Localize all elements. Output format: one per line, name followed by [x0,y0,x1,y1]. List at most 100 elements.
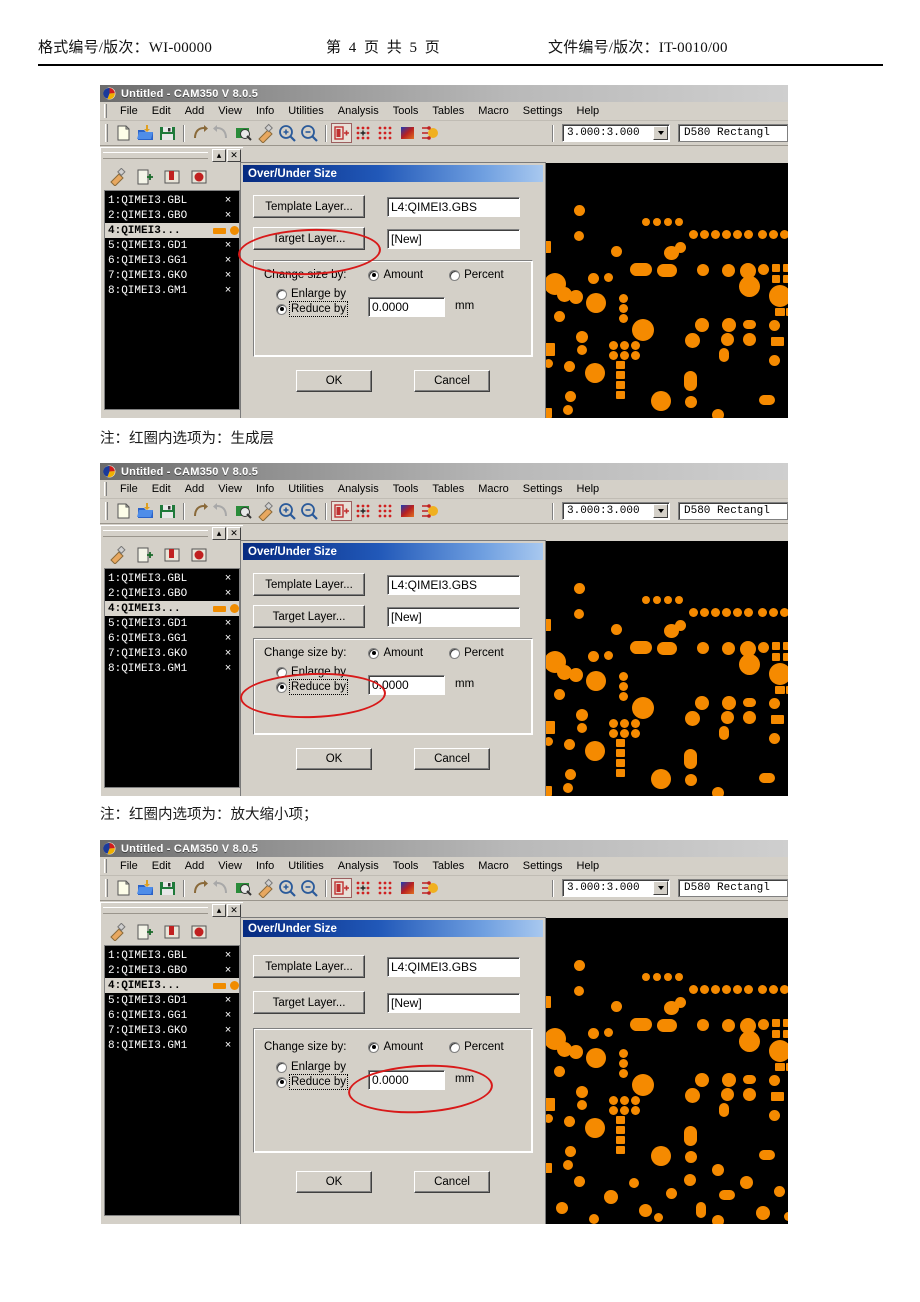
query-icon[interactable] [233,501,254,521]
target-layer-button[interactable]: Target Layer... [253,227,365,250]
list-item[interactable]: 8:QIMEI3.GM1 × [105,661,239,676]
window-titlebar-1[interactable]: Untitled - CAM350 V 8.0.5 [100,85,788,102]
reduce-by-radio[interactable]: Reduce by [276,679,348,695]
list-item-selected[interactable]: 4:QIMEI3... [105,978,239,993]
zoom-out-icon[interactable] [299,501,320,521]
menu-view[interactable]: View [211,104,249,118]
target-layer-button[interactable]: Target Layer... [253,991,365,1014]
select-layer-icon[interactable] [331,501,352,521]
undo-arrow-icon[interactable] [189,501,210,521]
percent-radio[interactable]: Percent [449,269,504,281]
list-item[interactable]: 6:QIMEI3.GG1 × [105,631,239,646]
redo-arrow-icon[interactable] [211,878,232,898]
amount-input[interactable]: 0.0000 [367,1070,445,1090]
amount-radio[interactable]: Amount [368,1041,423,1053]
layer-book-icon[interactable] [163,168,182,186]
list-item-selected[interactable]: 4:QIMEI3... [105,223,239,238]
menubar-grip[interactable] [104,104,107,118]
color-palette-icon[interactable] [397,501,418,521]
menu-file[interactable]: File [113,482,145,496]
close-button[interactable]: ✕ [227,904,241,917]
zoom-in-icon[interactable] [277,501,298,521]
color-palette-icon[interactable] [397,123,418,143]
template-layer-field[interactable]: L4:QIMEI3.GBS [387,956,520,977]
zoom-out-icon[interactable] [299,878,320,898]
menu-add[interactable]: Add [178,859,212,873]
list-item[interactable]: 1:QIMEI3.GBL × [105,193,239,208]
new-file-icon[interactable] [113,123,134,143]
dialog-titlebar[interactable]: Over/Under Size [243,543,543,560]
save-disk-icon[interactable] [157,123,178,143]
layer-visible-markers[interactable] [213,604,239,613]
menu-settings[interactable]: Settings [516,482,570,496]
menubar-grip[interactable] [104,859,107,873]
dot-grid-dense-icon[interactable] [375,878,396,898]
menu-edit[interactable]: Edit [145,859,178,873]
menu-macro[interactable]: Macro [471,482,516,496]
ok-button[interactable]: OK [296,748,372,770]
chevron-down-icon[interactable] [653,504,668,518]
menu-tools[interactable]: Tools [386,859,426,873]
amount-radio[interactable]: Amount [368,269,423,281]
redo-arrow-icon[interactable] [211,501,232,521]
save-disk-icon[interactable] [157,501,178,521]
save-disk-icon[interactable] [157,878,178,898]
list-item[interactable]: 7:QIMEI3.GKO × [105,1023,239,1038]
new-file-icon[interactable] [113,501,134,521]
dialog-titlebar[interactable]: Over/Under Size [243,165,543,182]
menu-utilities[interactable]: Utilities [281,482,330,496]
select-layer-icon[interactable] [331,878,352,898]
layer-list-2[interactable]: 1:QIMEI3.GBL × 2:QIMEI3.GBO × 4:QIMEI3... … [104,568,240,788]
menu-help[interactable]: Help [570,482,607,496]
nets-icon[interactable] [419,878,440,898]
minimize-button[interactable]: ▴ [212,904,226,917]
ok-button[interactable]: OK [296,1171,372,1193]
dot-grid-sparse-icon[interactable] [353,501,374,521]
dot-grid-dense-icon[interactable] [375,123,396,143]
new-file-icon[interactable] [113,878,134,898]
undo-arrow-icon[interactable] [189,123,210,143]
chevron-down-icon[interactable] [653,126,668,140]
percent-radio[interactable]: Percent [449,647,504,659]
menu-macro[interactable]: Macro [471,104,516,118]
query-icon[interactable] [233,878,254,898]
menu-tables[interactable]: Tables [425,859,471,873]
minimize-button[interactable]: ▴ [212,527,226,540]
enlarge-by-radio[interactable]: Enlarge by [276,666,346,678]
reduce-by-radio[interactable]: Reduce by [276,301,348,317]
layer-visible-markers[interactable] [213,226,239,235]
template-layer-field[interactable]: L4:QIMEI3.GBS [387,574,520,595]
layer-stop-icon[interactable] [190,168,209,186]
window-titlebar-2[interactable]: Untitled - CAM350 V 8.0.5 [100,463,788,480]
list-item[interactable]: 8:QIMEI3.GM1 × [105,283,239,298]
menu-tools[interactable]: Tools [386,104,426,118]
query-icon[interactable] [233,123,254,143]
ok-button[interactable]: OK [296,370,372,392]
dot-grid-sparse-icon[interactable] [353,123,374,143]
layer-paint-icon[interactable] [109,167,128,187]
layer-add-icon[interactable] [136,923,155,941]
toolbar-grip[interactable] [105,124,108,142]
target-layer-field[interactable]: [New] [387,606,520,627]
paint-brush-icon[interactable] [255,123,276,144]
template-layer-button[interactable]: Template Layer... [253,195,365,218]
dcode-field[interactable]: D580 Rectangl [678,502,788,520]
dot-grid-sparse-icon[interactable] [353,878,374,898]
target-layer-button[interactable]: Target Layer... [253,605,365,628]
zoom-in-icon[interactable] [277,123,298,143]
dcode-field[interactable]: D580 Rectangl [678,879,788,897]
menu-settings[interactable]: Settings [516,104,570,118]
menu-info[interactable]: Info [249,482,281,496]
menu-utilities[interactable]: Utilities [281,859,330,873]
target-layer-field[interactable]: [New] [387,992,520,1013]
layer-paint-icon[interactable] [109,545,128,565]
target-layer-field[interactable]: [New] [387,228,520,249]
list-item[interactable]: 2:QIMEI3.GBO × [105,586,239,601]
menu-macro[interactable]: Macro [471,859,516,873]
layer-book-icon[interactable] [163,546,182,564]
list-item[interactable]: 5:QIMEI3.GD1 × [105,616,239,631]
menu-view[interactable]: View [211,859,249,873]
menu-info[interactable]: Info [249,859,281,873]
menu-add[interactable]: Add [178,104,212,118]
layer-book-icon[interactable] [163,923,182,941]
